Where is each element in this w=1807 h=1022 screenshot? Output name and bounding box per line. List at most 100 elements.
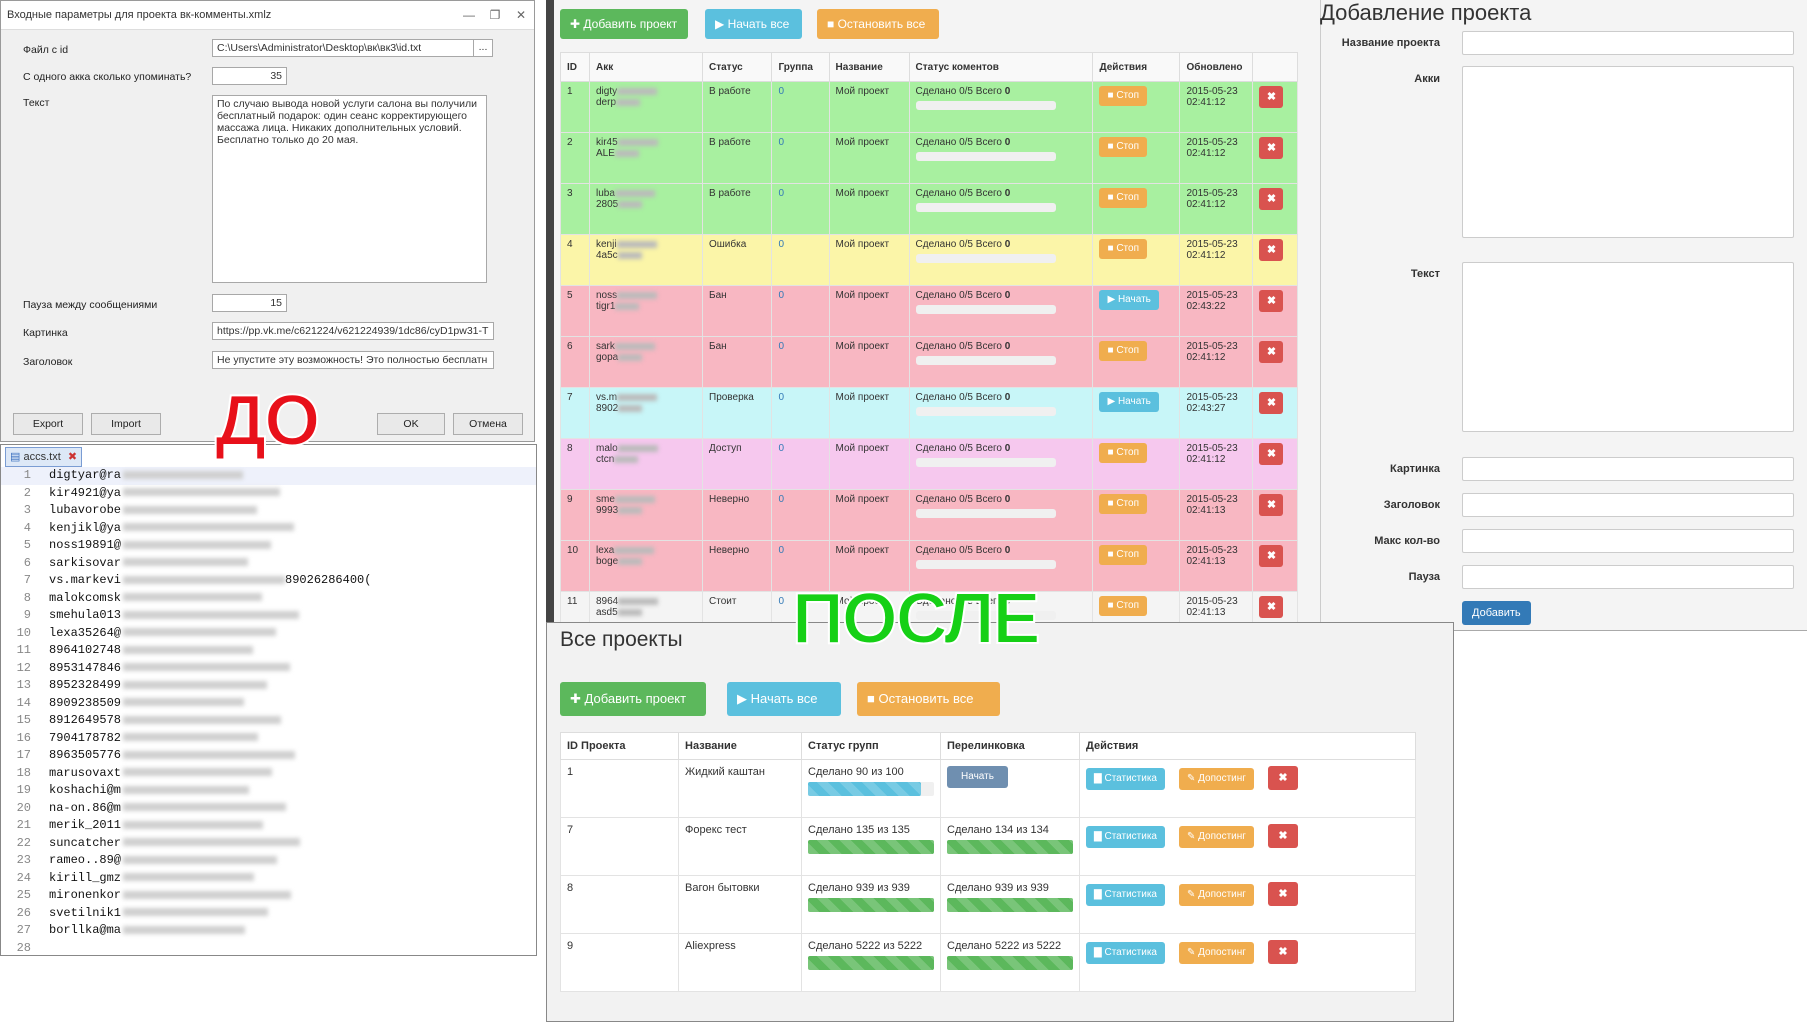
row-account: luba 2805 [589,183,703,235]
delete-icon[interactable]: ✖ [1259,86,1284,108]
row-group[interactable]: 0 [771,234,830,286]
line-number: 19 [16,783,31,797]
row-updated: 2015-05-23 02:43:22 [1179,285,1254,337]
redacted-text [123,645,254,654]
stop-button[interactable]: ■ Стоп [1099,239,1147,259]
line-text: 8964102748 [49,643,122,657]
text-area[interactable]: По случаю вывода новой услуги салона вы … [212,95,487,283]
row-account: sme 9993 [589,489,703,541]
tab-close-icon[interactable]: ✖ [68,451,77,463]
table-row: 9 sme 9993 Неверно 0 Мой проект Сделано 0/5 Вс… [560,489,1298,541]
delete-icon[interactable]: ✖ [1259,596,1284,618]
row-group[interactable]: 0 [771,489,830,541]
redacted-text [123,593,263,602]
group-progress-track [808,840,934,854]
row-actions: ■ Стоп [1092,132,1181,184]
stop-button[interactable]: ■ Стоп [1099,86,1147,106]
export-button[interactable]: Export [13,413,83,435]
close-icon[interactable]: ✕ [508,8,534,22]
restore-icon[interactable]: ❐ [482,8,508,22]
row-id: 9 [560,489,590,541]
text-textarea[interactable] [1462,262,1794,432]
column-header: Название [678,732,802,760]
delete-icon[interactable]: ✖ [1267,824,1298,848]
row-delete-cell: ✖ [1252,183,1298,235]
repost-button[interactable]: ✎ Допостинг [1179,768,1254,790]
start-all-button[interactable]: ▶ Начать все [705,9,802,39]
delete-icon[interactable]: ✖ [1259,341,1284,363]
delete-icon[interactable]: ✖ [1259,137,1284,159]
delete-icon[interactable]: ✖ [1259,290,1284,312]
delete-icon[interactable]: ✖ [1259,239,1284,261]
stop-button[interactable]: ■ Стоп [1099,137,1147,157]
stop-button[interactable]: ■ Стоп [1099,341,1147,361]
delete-icon[interactable]: ✖ [1267,882,1298,906]
row-group[interactable]: 0 [771,183,830,235]
max-count-input[interactable] [1462,529,1794,553]
pause-input[interactable]: 15 [212,294,287,312]
delete-icon[interactable]: ✖ [1259,545,1284,567]
row-group[interactable]: 0 [771,81,830,133]
delete-icon[interactable]: ✖ [1259,494,1284,516]
row-group[interactable]: 0 [771,285,830,337]
minimize-icon[interactable]: — [456,8,482,22]
stop-button[interactable]: ■ Стоп [1099,494,1147,514]
line-text: 8952328499 [49,678,122,692]
row-group[interactable]: 0 [771,387,830,439]
ok-button[interactable]: OK [377,413,445,435]
row-group[interactable]: 0 [771,438,830,490]
row-account: lexa boge [589,540,703,592]
start-button[interactable]: ▶ Начать [1099,290,1159,310]
row-group[interactable]: 0 [771,132,830,184]
header-input-form[interactable] [1462,493,1794,517]
file-id-input[interactable]: C:\Users\Administrator\Desktop\вк\вк3\id… [212,39,474,57]
stop-icon: ■ [827,17,838,31]
editor-lines[interactable]: 1 digtyar@ra 2 kir4921@ya 3 lubavorobe 4 kenjik… [1,467,536,955]
browse-button[interactable]: ... [473,39,493,57]
stop-all-button[interactable]: ■ Остановить все [817,9,939,39]
stop-button[interactable]: ■ Стоп [1099,188,1147,208]
line-text: lubavorobe [49,503,122,517]
row-group[interactable]: 0 [771,336,830,388]
add-submit-button[interactable]: Добавить [1462,601,1531,625]
pause-input-form[interactable] [1462,565,1794,589]
linking-start-button[interactable]: Начать [947,766,1008,788]
table-row: 1 Жидкий каштан Сделано 90 из 100 Начать ▇ С… [560,759,1416,818]
start-button[interactable]: ▶ Начать [1099,392,1159,412]
delete-icon[interactable]: ✖ [1259,443,1284,465]
delete-icon[interactable]: ✖ [1259,188,1284,210]
repost-button[interactable]: ✎ Допостинг [1179,942,1254,964]
picture-input[interactable]: https://pp.vk.me/c621224/v621224939/1dc8… [212,322,494,340]
comment-progress-bar [915,407,1056,416]
line-number: 4 [23,520,31,535]
repost-button[interactable]: ✎ Допостинг [1179,826,1254,848]
mentions-input[interactable]: 35 [212,67,287,85]
redacted-text [123,698,245,707]
table-row: 3 luba 2805 В работе 0 Мой проект Сделано 0/5 … [560,183,1298,235]
all-stop-all-button[interactable]: ■ Остановить все [857,682,1000,716]
line-number: 17 [16,748,31,762]
statistics-button[interactable]: ▇ Статистика [1086,768,1165,790]
add-project-button[interactable]: ✚ Добавить проект [560,9,688,39]
picture-input-form[interactable] [1462,457,1794,481]
delete-icon[interactable]: ✖ [1267,766,1298,790]
import-button[interactable]: Import [91,413,161,435]
account-line: boge [596,556,696,567]
delete-icon[interactable]: ✖ [1259,392,1284,414]
all-start-all-button[interactable]: ▶ Начать все [727,682,841,716]
stop-button[interactable]: ■ Стоп [1099,443,1147,463]
all-add-project-button[interactable]: ✚ Добавить проект [560,682,706,716]
header-input[interactable]: Не упустите эту возможность! Это полност… [212,351,494,369]
stop-button[interactable]: ■ Стоп [1099,545,1147,565]
delete-icon[interactable]: ✖ [1267,940,1298,964]
repost-button[interactable]: ✎ Допостинг [1179,884,1254,906]
statistics-button[interactable]: ▇ Статистика [1086,884,1165,906]
column-header: Статус групп [801,732,941,760]
accs-textarea[interactable] [1462,66,1794,238]
cancel-button[interactable]: Отмена [453,413,523,435]
project-name-input[interactable] [1462,31,1794,55]
stop-button[interactable]: ■ Стоп [1099,596,1147,616]
statistics-button[interactable]: ▇ Статистика [1086,942,1165,964]
statistics-button[interactable]: ▇ Статистика [1086,826,1165,848]
file-tab[interactable]: ▤ accs.txt ✖ [5,447,83,467]
